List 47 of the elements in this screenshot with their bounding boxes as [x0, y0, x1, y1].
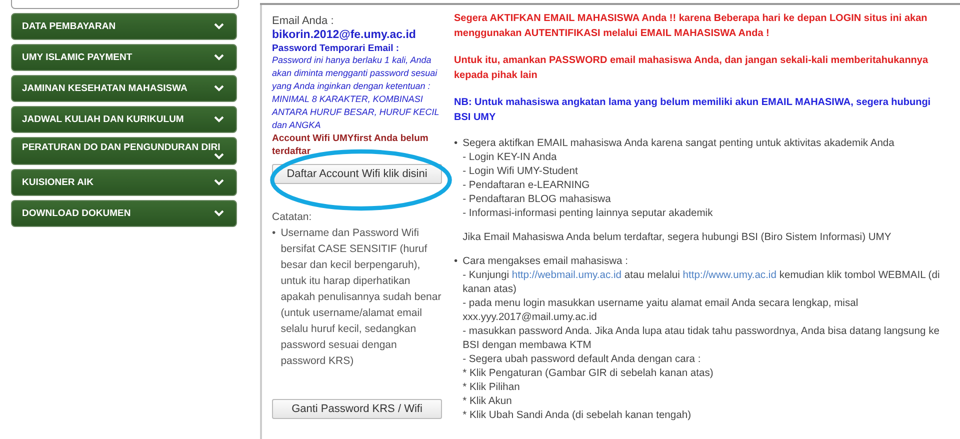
change-password-button[interactable]: Ganti Password KRS / Wifi — [272, 399, 442, 419]
instruction-line: - Pendaftaran BLOG mahasiswa — [462, 193, 612, 207]
password-label: Password Temporari Email : — [272, 43, 400, 54]
bullet-mark: • — [454, 255, 458, 269]
chevron-down-icon — [214, 116, 224, 123]
instruction-line: - Login KEY-IN Anda — [462, 151, 558, 165]
password-note: Password ini hanya berlaku 1 kali, Anda akan diminta mengganti password sesuai yang Anda inginkan dengan ketentuan : MINIMAL 8 KARAKTER, KOMBINASI ANTARA HURUF BESAR, HURUF KECIL dan ANGKA — [272, 54, 440, 132]
instruction-line: * Klik Akun — [462, 395, 513, 409]
note-text: Username dan Password Wifi bersifat CASE SENSITIF (huruf besar dan kecil berpengaruh), untuk itu harap diperhatikan apakah penulisannya sudah benar (untuk username/alamat email selalu huruf kecil, sedangkan password sesuai dengan password KRS) — [280, 226, 442, 369]
bullet-mark: • — [272, 226, 276, 241]
menu-item[interactable]: UMY ISLAMIC PAYMENT — [11, 44, 237, 71]
chevron-down-icon — [214, 179, 224, 186]
chevron-down-icon — [214, 85, 224, 92]
instruction-line: * Klik Pengaturan (Gambar GIR di sebelah kanan atas) — [462, 367, 714, 381]
instruction-line: - masukkan password Anda. Jika Anda lupa atau tidak tahu passwordnya, Anda bisa datang langsung ke BSI dengan membawa KTM — [462, 325, 940, 353]
chevron-down-icon — [214, 54, 224, 61]
bullet-title: Segera aktifkan EMAIL mahasiswa Anda karena sangat penting untuk aktivitas akademik Anda — [462, 137, 896, 151]
menu-item[interactable]: DATA PEMBAYARAN — [11, 13, 237, 40]
bullet-title: Cara mengakses email mahasiswa : — [462, 255, 629, 269]
contact-note: Jika Email Mahasiswa Anda belum terdaftar, segera hubungi BSI (Biro Sistem Informasi) UMY — [462, 231, 892, 245]
register-wifi-button[interactable]: Daftar Account Wifi klik disini — [272, 164, 442, 184]
webmail-link[interactable]: http://webmail.umy.ac.id — [512, 270, 622, 281]
menu-item[interactable]: DOWNLOAD DOKUMEN — [11, 200, 237, 227]
email-label: Email Anda : — [272, 15, 335, 27]
instruction-line: - Kunjungi http://webmail.umy.ac.id atau melalui http://www.umy.ac.id kemudian klik tombol WEBMAIL (di kanan atas) — [462, 269, 941, 297]
menu-item[interactable]: KUISIONER AIK — [11, 169, 237, 196]
menu-item[interactable]: JAMINAN KESEHATAN MAHASISWA — [11, 75, 237, 102]
menu-item[interactable]: PERATURAN DO DAN PENGUNDURAN DIRI — [11, 137, 237, 165]
instruction-line: * Klik Pilihan — [462, 381, 521, 395]
bullet-mark: • — [454, 137, 458, 151]
instruction-line: - Informasi-informasi penting lainnya seputar akademik — [462, 207, 714, 221]
instruction-line: - Login Wifi UMY-Student — [462, 165, 579, 179]
chevron-down-icon — [214, 210, 224, 217]
website-link[interactable]: http://www.umy.ac.id — [682, 270, 776, 281]
email-address: bikorin.2012@fe.umy.ac.id — [272, 29, 417, 41]
notes-label: Catatan: — [272, 211, 313, 223]
notice-text: Segera AKTIFKAN EMAIL MAHASISWA Anda !! karena Beberapa hari ke depan LOGIN situs ini akan menggunakan AUTENTIFIKASI melalui EMAIL MAHASISWA Anda ! — [454, 12, 928, 41]
chevron-down-icon — [214, 153, 224, 160]
instruction-line: * Klik Ubah Sandi Anda (di sebelah kanan tengah) — [462, 409, 692, 423]
instruction-line: - Segera ubah password default Anda dengan cara : — [462, 353, 702, 367]
instruction-line: - pada menu login masukkan username yaitu alamat email Anda secara lengkap, misal xxx.yyy.2017@mail.umy.ac.id — [462, 297, 860, 325]
wifi-status: Account Wifi UMYfirst Anda belum terdaftar — [272, 132, 430, 158]
notice-text: NB: Untuk mahasiswa angkatan lama yang belum memiliki akun EMAIL MAHASIWA, segera hubungi BSI UMY — [454, 96, 932, 125]
instruction-line: - Pendaftaran e-LEARNING — [462, 179, 591, 193]
notice-text: Untuk itu, amankan PASSWORD email mahasiswa Anda, dan jangan sekali-kali memberitahukannya kepada pihak lain — [454, 54, 930, 83]
menu-item[interactable]: JADWAL KULIAH DAN KURIKULUM — [11, 106, 237, 133]
chevron-down-icon — [214, 23, 224, 30]
